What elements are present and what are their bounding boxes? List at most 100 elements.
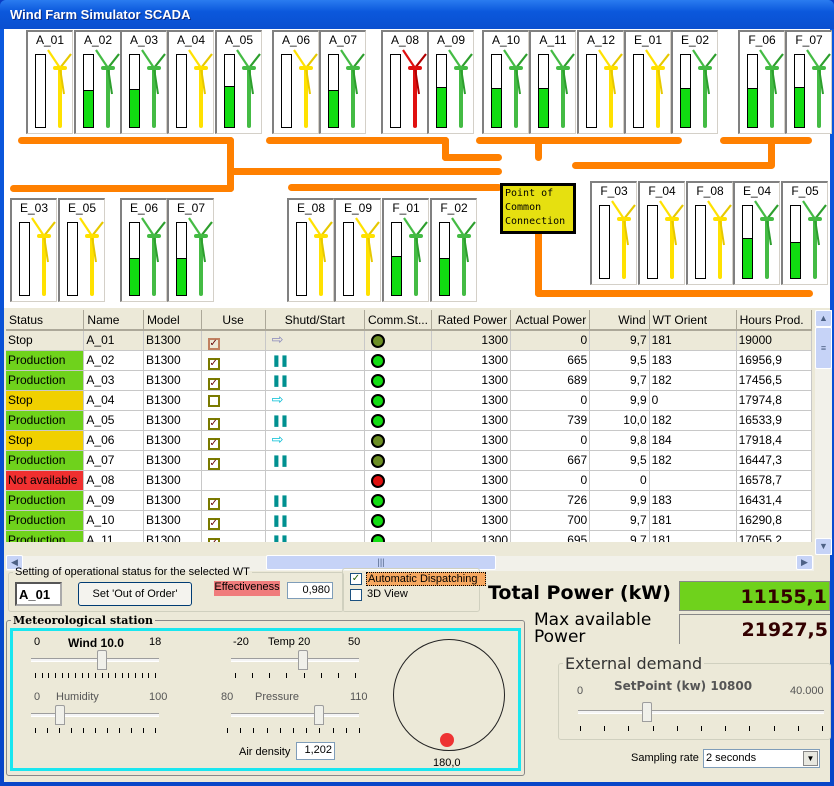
turbine-panel[interactable]: A_12 — [577, 30, 624, 134]
use-checkbox[interactable]: ✓ — [207, 377, 220, 389]
use-checkbox[interactable]: ✓ — [207, 337, 220, 349]
use-checkbox[interactable]: ✓ — [207, 537, 220, 542]
turbine-panel[interactable]: E_09 — [334, 198, 381, 302]
turbine-panel[interactable]: A_08 — [381, 30, 428, 134]
wind-direction-dial[interactable] — [393, 639, 505, 751]
turbine-panel[interactable]: E_08 — [287, 198, 334, 302]
scroll-thumb[interactable]: ≡ — [815, 327, 832, 369]
pause-icon[interactable]: ❚❚ — [268, 495, 289, 507]
automatic-dispatching-label[interactable]: Automatic Dispatching — [366, 572, 486, 586]
air-density-field[interactable]: 1,202 — [296, 742, 335, 760]
wind-slider-track[interactable] — [31, 658, 159, 662]
pause-icon[interactable]: ❚❚ — [268, 375, 289, 387]
turbine-panel[interactable]: F_08 — [686, 181, 733, 285]
pressure-slider-thumb[interactable] — [313, 705, 324, 725]
column-header[interactable]: Rated Power — [431, 310, 512, 331]
wind-slider-thumb[interactable] — [96, 650, 107, 670]
turbine-panel[interactable]: F_06 — [738, 30, 785, 134]
table-row[interactable]: Production A_10 B1300 ✓ ❚❚ 1300 700 9,7 181 16290… — [6, 510, 812, 531]
column-header[interactable]: Use — [201, 310, 266, 331]
start-arrow-icon[interactable]: ⇨ — [268, 391, 284, 407]
use-checkbox[interactable]: ✓ — [207, 517, 220, 529]
use-checkbox[interactable] — [207, 394, 220, 407]
turbine-panel[interactable]: A_11 — [529, 30, 576, 134]
use-checkbox[interactable]: ✓ — [207, 437, 220, 449]
turbine-panel[interactable]: A_10 — [482, 30, 529, 134]
use-checkbox[interactable]: ✓ — [207, 357, 220, 369]
turbine-panel[interactable]: F_05 — [781, 181, 828, 285]
use-checkbox[interactable]: ✓ — [207, 417, 220, 429]
automatic-dispatching-checkbox[interactable]: ✓ — [350, 573, 362, 585]
setpoint-slider-thumb[interactable] — [641, 702, 652, 722]
temp-slider-track[interactable] — [231, 658, 359, 662]
table-row[interactable]: Production A_02 B1300 ✓ ❚❚ 1300 665 9,5 183 16956… — [6, 350, 812, 371]
table-row[interactable]: Stop A_06 B1300 ✓ ⇨ 1300 0 9,8 184 17918,4 — [6, 430, 812, 451]
title-bar[interactable]: Wind Farm Simulator SCADA — [0, 0, 834, 29]
table-row[interactable]: Not available A_08 B1300 1300 0 0 16578,7 — [6, 470, 812, 491]
sampling-rate-select[interactable]: 2 seconds ▼ — [703, 749, 820, 768]
turbine-panel[interactable]: F_07 — [785, 30, 832, 134]
column-header[interactable]: Model — [143, 310, 202, 331]
3d-view-checkbox[interactable] — [350, 589, 362, 601]
turbine-panel[interactable]: F_01 — [382, 198, 429, 302]
column-header[interactable]: Wind — [589, 310, 650, 331]
turbine-panel[interactable]: A_05 — [215, 30, 262, 134]
scroll-down-button[interactable]: ▼ — [815, 538, 832, 555]
turbine-panel[interactable]: A_09 — [427, 30, 474, 134]
scroll-up-button[interactable]: ▲ — [815, 310, 832, 327]
set-out-of-order-button[interactable]: Set 'Out of Order' — [78, 582, 192, 606]
start-arrow-icon[interactable]: ⇨ — [268, 331, 284, 347]
column-header[interactable]: Name — [83, 310, 144, 331]
table-row[interactable]: Stop A_01 B1300 ✓ ⇨ 1300 0 9,7 181 19000 — [6, 330, 812, 351]
effectiveness-field[interactable]: 0,980 — [287, 582, 333, 599]
column-header[interactable]: WT Orient — [649, 310, 737, 331]
turbine-panel[interactable]: E_05 — [58, 198, 105, 302]
use-checkbox[interactable]: ✓ — [207, 497, 220, 509]
turbine-panel[interactable]: A_04 — [167, 30, 214, 134]
temp-slider-thumb[interactable] — [298, 650, 309, 670]
table-row[interactable]: Stop A_04 B1300 ⇨ 1300 0 9,9 0 17974,8 — [6, 390, 812, 411]
turbine-panel[interactable]: A_06 — [272, 30, 319, 134]
turbine-panel[interactable]: E_03 — [10, 198, 57, 302]
dropdown-arrow-icon[interactable]: ▼ — [803, 751, 818, 766]
vertical-scrollbar[interactable]: ▲ ≡ ▼ — [815, 310, 832, 555]
turbine-panel[interactable]: A_07 — [319, 30, 366, 134]
scroll-right-button[interactable]: ▶ — [796, 555, 813, 570]
turbine-panel[interactable]: E_06 — [120, 198, 167, 302]
column-header[interactable]: Actual Power — [510, 310, 591, 331]
wind-direction-indicator[interactable] — [440, 733, 454, 747]
turbine-panel[interactable]: A_01 — [26, 30, 73, 134]
pause-icon[interactable]: ❚❚ — [268, 515, 289, 527]
use-checkbox[interactable]: ✓ — [207, 457, 220, 469]
table-row[interactable]: Production A_03 B1300 ✓ ❚❚ 1300 689 9,7 182 17456… — [6, 370, 812, 391]
setpoint-slider-track[interactable] — [578, 710, 824, 714]
table-row[interactable]: Production A_09 B1300 ✓ ❚❚ 1300 726 9,9 183 16431… — [6, 490, 812, 511]
turbine-panel[interactable]: E_02 — [671, 30, 718, 134]
selected-wt-field[interactable]: A_01 — [15, 582, 62, 606]
table-row[interactable]: ProductionA_11B1300 ✓ ❚❚ 13006959,718117055… — [6, 530, 812, 542]
pause-icon[interactable]: ❚❚ — [268, 415, 289, 427]
start-arrow-icon[interactable]: ⇨ — [268, 431, 284, 447]
turbine-panel[interactable]: F_02 — [430, 198, 477, 302]
column-header[interactable]: Shutd/Start — [265, 310, 365, 331]
turbine-panel[interactable]: A_03 — [120, 30, 167, 134]
humidity-slider-track[interactable] — [31, 713, 159, 717]
turbine-panel[interactable]: A_02 — [74, 30, 121, 134]
turbine-grid[interactable]: Status Name Model Use Shutd/Start Comm.St... R… — [6, 310, 812, 542]
pressure-slider-track[interactable] — [231, 713, 359, 717]
turbine-panel[interactable]: E_01 — [624, 30, 671, 134]
3d-view-label[interactable]: 3D View — [367, 588, 408, 600]
turbine-panel[interactable]: E_04 — [733, 181, 780, 285]
pause-icon[interactable]: ❚❚ — [268, 355, 289, 367]
turbine-panel[interactable]: F_03 — [590, 181, 637, 285]
table-row[interactable]: Production A_05 B1300 ✓ ❚❚ 1300 739 10,0 182 1653… — [6, 410, 812, 431]
column-header[interactable]: Status — [6, 310, 85, 331]
humidity-slider-thumb[interactable] — [54, 705, 65, 725]
column-header[interactable]: Hours Prod. — [736, 310, 812, 331]
turbine-panel[interactable]: E_07 — [167, 198, 214, 302]
table-row[interactable]: Production A_07 B1300 ✓ ❚❚ 1300 667 9,5 182 16447… — [6, 450, 812, 471]
turbine-panel[interactable]: F_04 — [638, 181, 685, 285]
pause-icon[interactable]: ❚❚ — [268, 455, 289, 467]
pause-icon[interactable]: ❚❚ — [268, 535, 289, 542]
column-header[interactable]: Comm.St... — [364, 310, 432, 331]
